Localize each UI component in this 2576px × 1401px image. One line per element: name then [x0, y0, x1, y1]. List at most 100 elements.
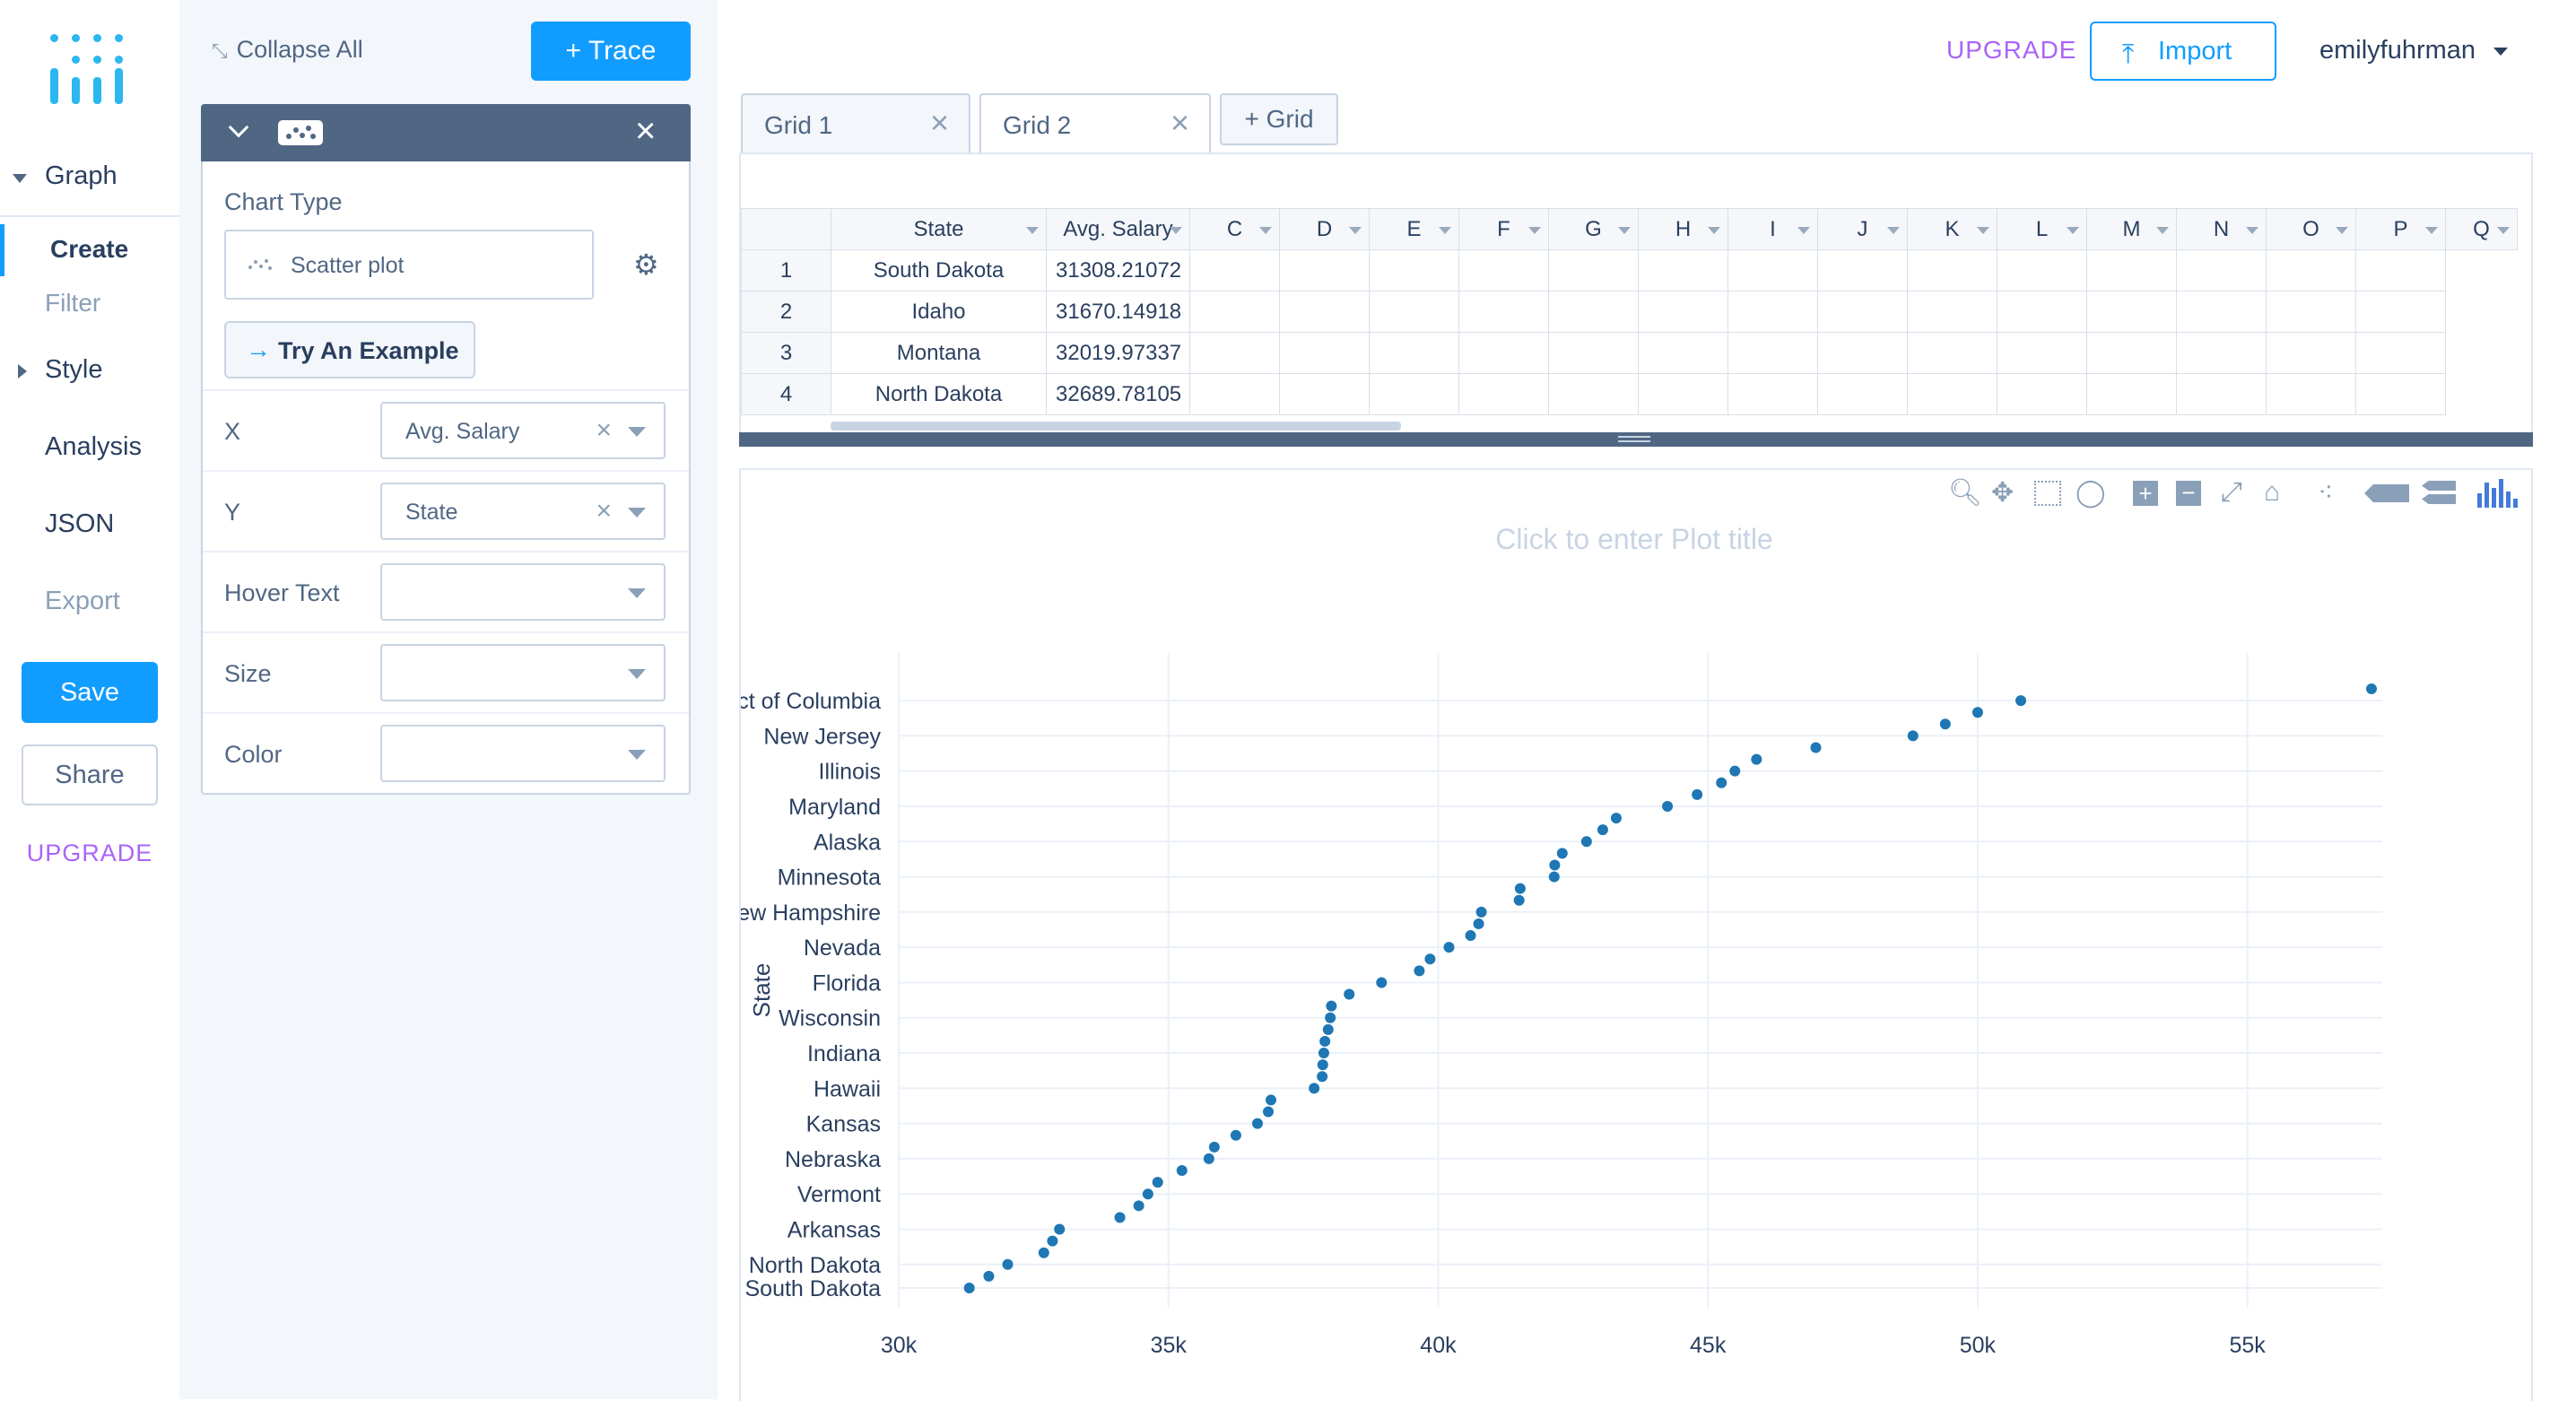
plot-title[interactable]: Click to enter Plot title: [1495, 523, 1772, 555]
trace-card-header[interactable]: ×: [201, 104, 691, 161]
column-header[interactable]: Q: [2445, 208, 2518, 250]
row-number[interactable]: 2: [741, 291, 831, 333]
cell[interactable]: [2086, 291, 2177, 333]
scatter-point[interactable]: [2365, 683, 2377, 694]
column-header[interactable]: N: [2176, 208, 2267, 250]
caret-down-icon[interactable]: [1026, 227, 1039, 234]
caret-down-icon[interactable]: [2336, 227, 2348, 234]
row-number[interactable]: 4: [741, 373, 831, 415]
scatter-point[interactable]: [1251, 1118, 1263, 1129]
cell[interactable]: [1638, 332, 1728, 374]
scatter-point[interactable]: [1376, 977, 1388, 988]
cell[interactable]: [1727, 373, 1818, 415]
cell[interactable]: [2176, 332, 2267, 374]
column-header[interactable]: O: [2266, 208, 2356, 250]
caret-down-icon[interactable]: [628, 588, 646, 598]
column-header[interactable]: G: [1548, 208, 1639, 250]
scatter-point[interactable]: [1317, 1059, 1328, 1071]
scatter-point[interactable]: [1114, 1212, 1126, 1223]
cell[interactable]: [2176, 373, 2267, 415]
scatter-point[interactable]: [1692, 788, 1703, 800]
import-button[interactable]: ⤒ Import: [2090, 22, 2276, 81]
cell[interactable]: [2266, 332, 2356, 374]
cell[interactable]: [1279, 373, 1370, 415]
horizontal-scrollbar[interactable]: [831, 422, 1401, 431]
cell[interactable]: [1279, 332, 1370, 374]
save-button[interactable]: Save: [22, 662, 158, 723]
scatter-point[interactable]: [1047, 1235, 1058, 1247]
cell-salary[interactable]: 31308.21072: [1046, 249, 1190, 292]
cell[interactable]: [2266, 249, 2356, 292]
scatter-point[interactable]: [1473, 918, 1484, 929]
scatter-point[interactable]: [1729, 765, 1741, 777]
caret-down-icon[interactable]: [628, 508, 646, 518]
cell[interactable]: [1369, 249, 1459, 292]
tab-grid-2[interactable]: Grid 2 ×: [979, 93, 1211, 156]
column-header[interactable]: D: [1279, 208, 1370, 250]
cell-salary[interactable]: 31670.14918: [1046, 291, 1190, 333]
column-header[interactable]: J: [1817, 208, 1908, 250]
chart-type-selector[interactable]: Scatter plot: [224, 230, 594, 300]
cell[interactable]: [2176, 249, 2267, 292]
cell[interactable]: [1548, 373, 1639, 415]
column-header[interactable]: F: [1458, 208, 1549, 250]
caret-down-icon[interactable]: [1439, 227, 1451, 234]
scatter-point[interactable]: [1054, 1223, 1066, 1235]
cell[interactable]: [2086, 373, 2177, 415]
scatter-point[interactable]: [1266, 1094, 1277, 1106]
cell-state[interactable]: North Dakota: [831, 373, 1047, 415]
upgrade-link-sidebar[interactable]: UPGRADE: [0, 840, 179, 867]
column-header[interactable]: State: [831, 208, 1047, 250]
color-dropdown[interactable]: [380, 725, 666, 782]
cell[interactable]: [1638, 291, 1728, 333]
plotly-logo[interactable]: [45, 27, 135, 108]
scatter-point[interactable]: [1580, 836, 1592, 848]
scatter-point[interactable]: [1751, 753, 1762, 765]
scatter-point[interactable]: [1152, 1177, 1163, 1188]
scatter-point[interactable]: [963, 1283, 975, 1293]
tab-grid-1[interactable]: Grid 1 ×: [741, 93, 970, 154]
scatter-point[interactable]: [1322, 1023, 1334, 1035]
cell[interactable]: [1997, 249, 2087, 292]
cell[interactable]: [1189, 249, 1280, 292]
caret-down-icon[interactable]: [628, 669, 646, 679]
cell[interactable]: [1458, 373, 1549, 415]
caret-down-icon[interactable]: [1887, 227, 1900, 234]
cell[interactable]: [1817, 291, 1908, 333]
cell[interactable]: [1907, 249, 1997, 292]
scatter-point[interactable]: [983, 1270, 995, 1282]
scatter-point[interactable]: [1662, 800, 1674, 812]
scatter-point[interactable]: [1230, 1129, 1241, 1141]
caret-down-icon[interactable]: [2156, 227, 2169, 234]
upgrade-link-header[interactable]: UPGRADE: [1946, 36, 2076, 65]
scatter-point[interactable]: [1176, 1165, 1188, 1177]
resize-handle[interactable]: [739, 432, 2533, 447]
scatter-point[interactable]: [1317, 1071, 1328, 1083]
scatter-point[interactable]: [1318, 1048, 1329, 1059]
caret-down-icon[interactable]: [2067, 227, 2079, 234]
cell[interactable]: [1907, 291, 1997, 333]
column-header[interactable]: H: [1638, 208, 1728, 250]
row-number[interactable]: 1: [741, 249, 831, 292]
cell[interactable]: [1548, 249, 1639, 292]
cell[interactable]: [1727, 249, 1818, 292]
cell[interactable]: [1638, 249, 1728, 292]
collapse-all-button[interactable]: ⤡ Collapse All: [212, 36, 363, 64]
cell[interactable]: [1727, 291, 1818, 333]
clear-icon[interactable]: ×: [596, 415, 612, 446]
scatter-point[interactable]: [1203, 1153, 1214, 1164]
scatter-point[interactable]: [1443, 942, 1455, 953]
cell[interactable]: [1638, 373, 1728, 415]
hover-text-dropdown[interactable]: [380, 563, 666, 621]
cell[interactable]: [1907, 332, 1997, 374]
cell[interactable]: [2266, 291, 2356, 333]
x-axis-dropdown[interactable]: Avg. Salary ×: [380, 402, 666, 459]
nav-filter[interactable]: Filter: [45, 289, 100, 318]
scatter-point[interactable]: [1475, 906, 1487, 918]
caret-down-icon[interactable]: [2497, 227, 2510, 234]
y-axis-dropdown[interactable]: State ×: [380, 483, 666, 540]
cell[interactable]: [1189, 332, 1280, 374]
scatter-point[interactable]: [1610, 813, 1622, 824]
scatter-point[interactable]: [1309, 1083, 1320, 1094]
cell-salary[interactable]: 32689.78105: [1046, 373, 1190, 415]
